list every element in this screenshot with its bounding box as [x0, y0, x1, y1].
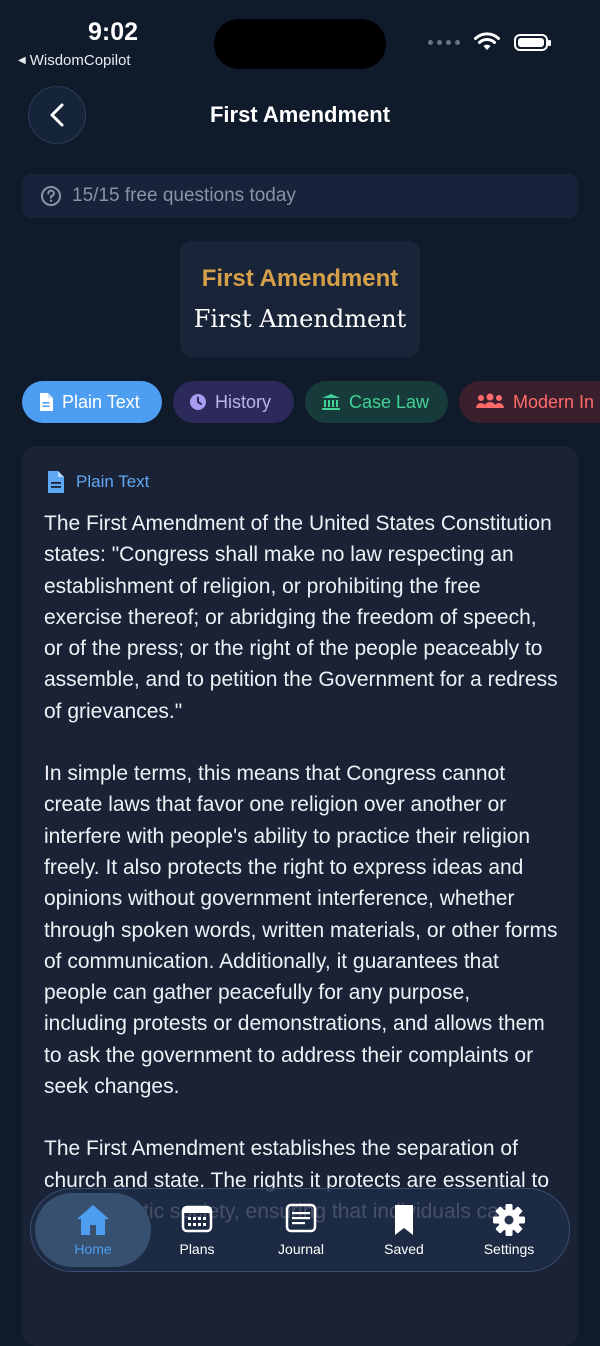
- amendment-card: First Amendment First Amendment: [180, 241, 420, 357]
- amendment-subtitle: First Amendment: [193, 305, 407, 333]
- tab-plans-label: Plans: [179, 1241, 215, 1257]
- tab-saved[interactable]: Saved: [354, 1189, 454, 1271]
- tab-history[interactable]: History: [173, 381, 294, 423]
- journal-icon: [285, 1203, 317, 1233]
- bottom-tab-bar: Home Plans Journal Saved Settings: [30, 1188, 570, 1272]
- people-icon: [476, 393, 504, 408]
- tab-history-label: History: [215, 391, 272, 412]
- tab-settings-label: Settings: [483, 1241, 535, 1257]
- tab-plans[interactable]: Plans: [147, 1189, 247, 1271]
- free-questions-banner: 15/15 free questions today: [22, 174, 578, 218]
- content-header: Plain Text: [46, 470, 149, 494]
- wifi-icon: [474, 32, 500, 50]
- content-heading: Plain Text: [76, 472, 150, 491]
- tab-modern-label: Modern In: [513, 391, 595, 412]
- tab-plain-text-label: Plain Text: [62, 391, 140, 412]
- tab-home[interactable]: Home: [43, 1189, 143, 1271]
- tab-plain-text[interactable]: Plain Text: [22, 381, 162, 423]
- dynamic-island: [214, 19, 386, 69]
- content-paragraph: In simple terms, this means that Congres…: [44, 762, 558, 1099]
- tab-case-law[interactable]: Case Law: [305, 381, 448, 423]
- clock-icon: [190, 394, 206, 410]
- document-icon: [40, 393, 53, 411]
- free-questions-text: 15/15 free questions today: [72, 185, 296, 206]
- tab-case-law-label: Case Law: [349, 391, 430, 412]
- content-tabs: Plain Text History Case Law Modern In: [22, 381, 600, 423]
- tab-home-label: Home: [74, 1241, 112, 1257]
- back-app-label: WisdomCopilot: [29, 52, 131, 69]
- bank-icon: [322, 394, 340, 410]
- tab-settings[interactable]: Settings: [459, 1189, 559, 1271]
- bookmark-icon: [395, 1205, 413, 1235]
- document-icon: [48, 471, 64, 493]
- home-icon: [77, 1205, 109, 1235]
- help-circle-icon: [41, 186, 61, 206]
- back-triangle-icon: ◀: [18, 55, 26, 66]
- content-text: The First Amendment of the United States…: [44, 508, 558, 1258]
- cellular-signal-icon: [428, 39, 460, 45]
- status-indicators: [428, 32, 551, 52]
- status-time: 9:02: [88, 18, 139, 46]
- amendment-title: First Amendment: [201, 265, 399, 292]
- content-paragraph: The First Amendment of the United States…: [44, 512, 558, 723]
- page-title: First Amendment: [209, 102, 391, 127]
- back-to-app-link[interactable]: ◀ WisdomCopilot: [18, 52, 131, 69]
- tab-journal-label: Journal: [278, 1241, 324, 1257]
- tab-modern-interpretation[interactable]: Modern In: [459, 381, 600, 423]
- calendar-icon: [181, 1205, 213, 1233]
- tab-journal[interactable]: Journal: [251, 1189, 351, 1271]
- gear-icon: [493, 1204, 525, 1236]
- tab-saved-label: Saved: [384, 1241, 424, 1257]
- battery-icon: [514, 33, 551, 51]
